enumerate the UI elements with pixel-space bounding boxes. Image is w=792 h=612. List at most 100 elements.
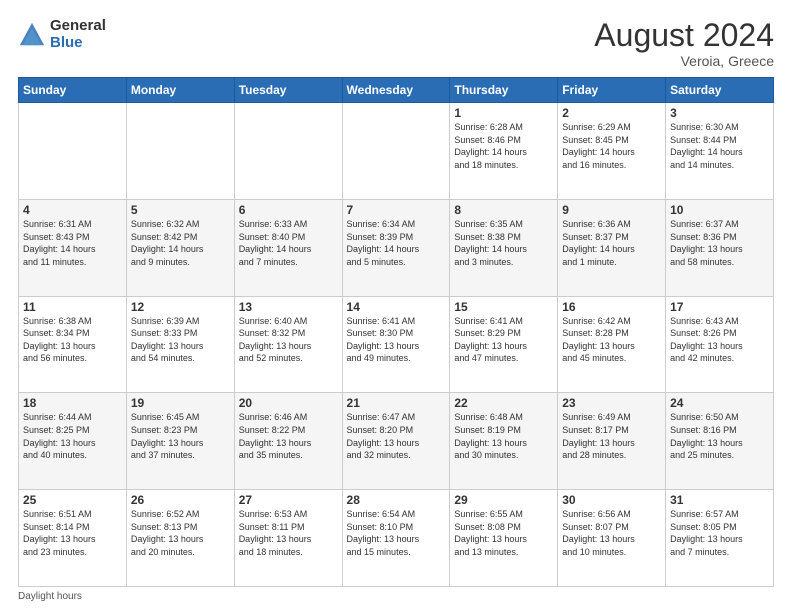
month-year: August 2024: [594, 18, 774, 53]
week-row-2: 4Sunrise: 6:31 AMSunset: 8:43 PMDaylight…: [19, 199, 774, 296]
day-info: Sunrise: 6:54 AMSunset: 8:10 PMDaylight:…: [347, 508, 446, 558]
page: General Blue August 2024 Veroia, Greece …: [0, 0, 792, 612]
day-number: 27: [239, 493, 338, 507]
calendar-cell: 29Sunrise: 6:55 AMSunset: 8:08 PMDayligh…: [450, 490, 558, 587]
day-number: 3: [670, 106, 769, 120]
header-row: Sunday Monday Tuesday Wednesday Thursday…: [19, 78, 774, 103]
day-info: Sunrise: 6:46 AMSunset: 8:22 PMDaylight:…: [239, 411, 338, 461]
day-number: 9: [562, 203, 661, 217]
day-info: Sunrise: 6:44 AMSunset: 8:25 PMDaylight:…: [23, 411, 122, 461]
calendar-cell: 7Sunrise: 6:34 AMSunset: 8:39 PMDaylight…: [342, 199, 450, 296]
day-info: Sunrise: 6:41 AMSunset: 8:30 PMDaylight:…: [347, 315, 446, 365]
calendar-cell: 17Sunrise: 6:43 AMSunset: 8:26 PMDayligh…: [666, 296, 774, 393]
footer: Daylight hours: [18, 591, 774, 602]
header-tuesday: Tuesday: [234, 78, 342, 103]
calendar-cell: 14Sunrise: 6:41 AMSunset: 8:30 PMDayligh…: [342, 296, 450, 393]
calendar-cell: [126, 103, 234, 200]
day-info: Sunrise: 6:50 AMSunset: 8:16 PMDaylight:…: [670, 411, 769, 461]
day-info: Sunrise: 6:40 AMSunset: 8:32 PMDaylight:…: [239, 315, 338, 365]
day-info: Sunrise: 6:30 AMSunset: 8:44 PMDaylight:…: [670, 121, 769, 171]
calendar-cell: 12Sunrise: 6:39 AMSunset: 8:33 PMDayligh…: [126, 296, 234, 393]
header-thursday: Thursday: [450, 78, 558, 103]
day-number: 15: [454, 300, 553, 314]
calendar-cell: 31Sunrise: 6:57 AMSunset: 8:05 PMDayligh…: [666, 490, 774, 587]
calendar-cell: 13Sunrise: 6:40 AMSunset: 8:32 PMDayligh…: [234, 296, 342, 393]
day-number: 11: [23, 300, 122, 314]
calendar-cell: 16Sunrise: 6:42 AMSunset: 8:28 PMDayligh…: [558, 296, 666, 393]
title-block: August 2024 Veroia, Greece: [594, 18, 774, 69]
header-wednesday: Wednesday: [342, 78, 450, 103]
day-info: Sunrise: 6:32 AMSunset: 8:42 PMDaylight:…: [131, 218, 230, 268]
day-info: Sunrise: 6:33 AMSunset: 8:40 PMDaylight:…: [239, 218, 338, 268]
day-info: Sunrise: 6:45 AMSunset: 8:23 PMDaylight:…: [131, 411, 230, 461]
calendar-cell: [19, 103, 127, 200]
day-number: 8: [454, 203, 553, 217]
day-info: Sunrise: 6:42 AMSunset: 8:28 PMDaylight:…: [562, 315, 661, 365]
day-info: Sunrise: 6:48 AMSunset: 8:19 PMDaylight:…: [454, 411, 553, 461]
week-row-4: 18Sunrise: 6:44 AMSunset: 8:25 PMDayligh…: [19, 393, 774, 490]
day-number: 18: [23, 396, 122, 410]
day-number: 17: [670, 300, 769, 314]
day-number: 2: [562, 106, 661, 120]
calendar-cell: 24Sunrise: 6:50 AMSunset: 8:16 PMDayligh…: [666, 393, 774, 490]
day-info: Sunrise: 6:53 AMSunset: 8:11 PMDaylight:…: [239, 508, 338, 558]
day-info: Sunrise: 6:57 AMSunset: 8:05 PMDaylight:…: [670, 508, 769, 558]
calendar-cell: 22Sunrise: 6:48 AMSunset: 8:19 PMDayligh…: [450, 393, 558, 490]
day-number: 5: [131, 203, 230, 217]
calendar-cell: 18Sunrise: 6:44 AMSunset: 8:25 PMDayligh…: [19, 393, 127, 490]
logo-icon: [18, 21, 46, 49]
calendar-cell: 3Sunrise: 6:30 AMSunset: 8:44 PMDaylight…: [666, 103, 774, 200]
calendar-cell: 19Sunrise: 6:45 AMSunset: 8:23 PMDayligh…: [126, 393, 234, 490]
logo-blue: Blue: [50, 35, 106, 52]
day-number: 24: [670, 396, 769, 410]
day-number: 22: [454, 396, 553, 410]
calendar-cell: 27Sunrise: 6:53 AMSunset: 8:11 PMDayligh…: [234, 490, 342, 587]
day-info: Sunrise: 6:38 AMSunset: 8:34 PMDaylight:…: [23, 315, 122, 365]
day-info: Sunrise: 6:36 AMSunset: 8:37 PMDaylight:…: [562, 218, 661, 268]
day-number: 29: [454, 493, 553, 507]
day-info: Sunrise: 6:49 AMSunset: 8:17 PMDaylight:…: [562, 411, 661, 461]
logo: General Blue: [18, 18, 106, 51]
day-number: 14: [347, 300, 446, 314]
day-number: 7: [347, 203, 446, 217]
day-info: Sunrise: 6:35 AMSunset: 8:38 PMDaylight:…: [454, 218, 553, 268]
calendar-cell: 8Sunrise: 6:35 AMSunset: 8:38 PMDaylight…: [450, 199, 558, 296]
header-monday: Monday: [126, 78, 234, 103]
daylight-label: Daylight hours: [18, 591, 82, 602]
day-number: 28: [347, 493, 446, 507]
calendar-cell: 4Sunrise: 6:31 AMSunset: 8:43 PMDaylight…: [19, 199, 127, 296]
day-info: Sunrise: 6:56 AMSunset: 8:07 PMDaylight:…: [562, 508, 661, 558]
day-info: Sunrise: 6:52 AMSunset: 8:13 PMDaylight:…: [131, 508, 230, 558]
header-saturday: Saturday: [666, 78, 774, 103]
day-number: 16: [562, 300, 661, 314]
day-info: Sunrise: 6:34 AMSunset: 8:39 PMDaylight:…: [347, 218, 446, 268]
calendar-cell: 28Sunrise: 6:54 AMSunset: 8:10 PMDayligh…: [342, 490, 450, 587]
day-number: 20: [239, 396, 338, 410]
day-number: 30: [562, 493, 661, 507]
day-info: Sunrise: 6:47 AMSunset: 8:20 PMDaylight:…: [347, 411, 446, 461]
calendar-cell: 11Sunrise: 6:38 AMSunset: 8:34 PMDayligh…: [19, 296, 127, 393]
day-info: Sunrise: 6:29 AMSunset: 8:45 PMDaylight:…: [562, 121, 661, 171]
day-number: 26: [131, 493, 230, 507]
day-info: Sunrise: 6:28 AMSunset: 8:46 PMDaylight:…: [454, 121, 553, 171]
logo-text: General Blue: [50, 18, 106, 51]
calendar-cell: 10Sunrise: 6:37 AMSunset: 8:36 PMDayligh…: [666, 199, 774, 296]
day-number: 4: [23, 203, 122, 217]
day-info: Sunrise: 6:37 AMSunset: 8:36 PMDaylight:…: [670, 218, 769, 268]
day-info: Sunrise: 6:55 AMSunset: 8:08 PMDaylight:…: [454, 508, 553, 558]
calendar-cell: 6Sunrise: 6:33 AMSunset: 8:40 PMDaylight…: [234, 199, 342, 296]
day-number: 31: [670, 493, 769, 507]
calendar-cell: 9Sunrise: 6:36 AMSunset: 8:37 PMDaylight…: [558, 199, 666, 296]
day-info: Sunrise: 6:43 AMSunset: 8:26 PMDaylight:…: [670, 315, 769, 365]
logo-general: General: [50, 18, 106, 35]
day-number: 12: [131, 300, 230, 314]
week-row-1: 1Sunrise: 6:28 AMSunset: 8:46 PMDaylight…: [19, 103, 774, 200]
header-friday: Friday: [558, 78, 666, 103]
calendar-cell: 30Sunrise: 6:56 AMSunset: 8:07 PMDayligh…: [558, 490, 666, 587]
calendar-cell: 21Sunrise: 6:47 AMSunset: 8:20 PMDayligh…: [342, 393, 450, 490]
day-info: Sunrise: 6:51 AMSunset: 8:14 PMDaylight:…: [23, 508, 122, 558]
day-number: 19: [131, 396, 230, 410]
calendar-cell: 1Sunrise: 6:28 AMSunset: 8:46 PMDaylight…: [450, 103, 558, 200]
calendar-cell: 2Sunrise: 6:29 AMSunset: 8:45 PMDaylight…: [558, 103, 666, 200]
calendar-cell: 23Sunrise: 6:49 AMSunset: 8:17 PMDayligh…: [558, 393, 666, 490]
